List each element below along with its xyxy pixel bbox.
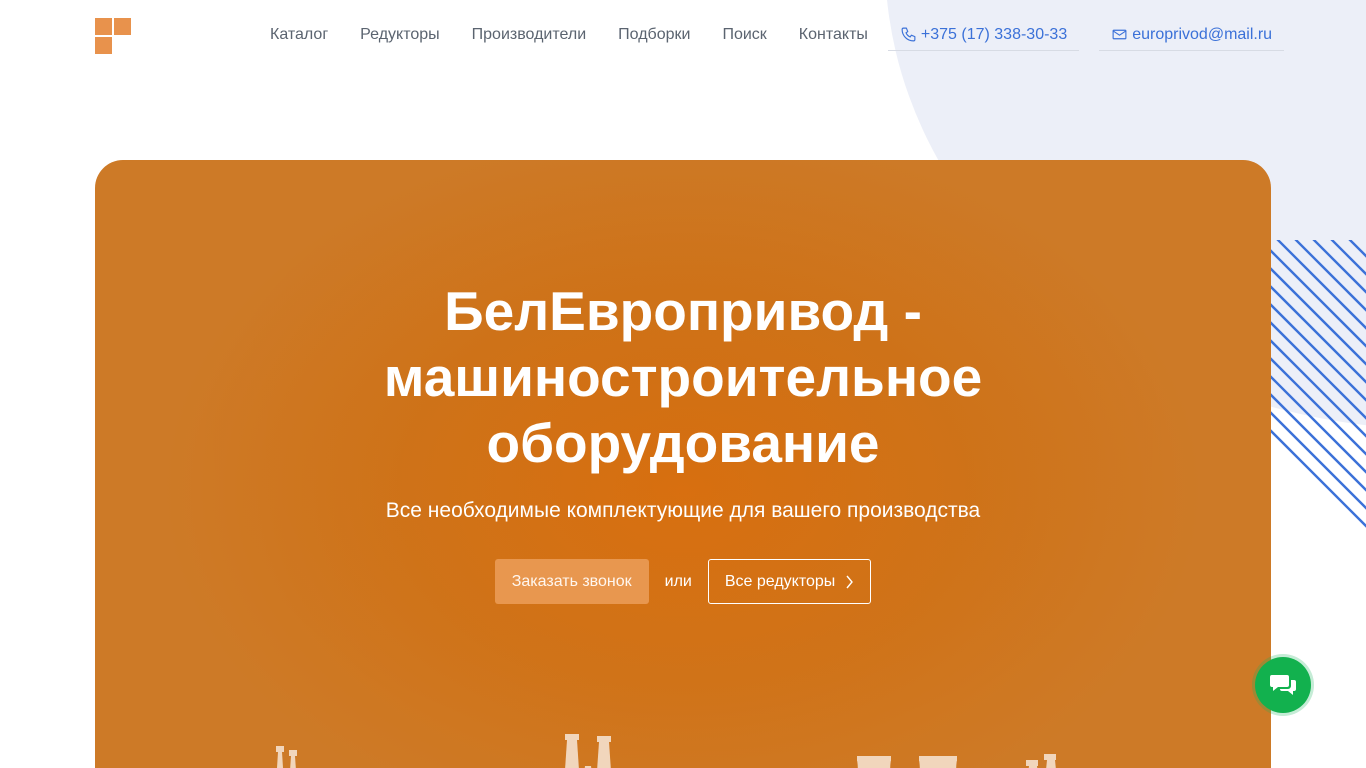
chevron-right-icon: [846, 575, 854, 588]
hero-subtitle: Все необходимые комплектующие для вашего…: [385, 499, 981, 522]
phone-number: +375 (17) 338-30-33: [920, 25, 1068, 43]
site-header: Каталог Редукторы Производители Подборки…: [0, 0, 1366, 72]
main-nav: Каталог Редукторы Производители Подборки…: [254, 20, 1285, 51]
order-call-button[interactable]: Заказать звонок: [494, 559, 649, 604]
hero-title: БелЕвропривод - машиностроительное обору…: [95, 278, 1271, 476]
phone-icon: [901, 27, 916, 42]
nav-item-manufacturers[interactable]: Производители: [456, 20, 603, 50]
chat-button[interactable]: [1252, 654, 1314, 716]
hero-banner: БелЕвропривод - машиностроительное обору…: [95, 160, 1271, 768]
hero-title-line: БелЕвропривод -: [444, 280, 922, 342]
cta-row: Заказать звонок или Все редукторы: [95, 559, 1271, 604]
page: Каталог Редукторы Производители Подборки…: [0, 0, 1366, 768]
nav-item-collections[interactable]: Подборки: [602, 20, 706, 50]
email-link[interactable]: europrivod@mail.ru: [1099, 20, 1285, 51]
nav-item-contacts[interactable]: Контакты: [783, 20, 884, 50]
nav-item-catalog[interactable]: Каталог: [254, 20, 344, 50]
industrial-skyline-illustration: [276, 734, 1056, 768]
all-reducers-button[interactable]: Все редукторы: [707, 559, 872, 604]
envelope-icon: [1112, 29, 1127, 40]
diagonal-stripes-decoration: [1270, 240, 1366, 528]
hero-title-line: машиностроительное: [383, 346, 983, 408]
all-reducers-label: Все редукторы: [724, 573, 836, 590]
nav-item-search[interactable]: Поиск: [706, 20, 782, 50]
or-separator: или: [664, 572, 692, 590]
nav-item-reducers[interactable]: Редукторы: [344, 20, 455, 50]
chat-button-inner: [1255, 657, 1311, 713]
phone-link[interactable]: +375 (17) 338-30-33: [887, 20, 1080, 51]
email-address: europrivod@mail.ru: [1132, 25, 1273, 43]
chat-bubbles-icon: [1270, 675, 1296, 695]
logo-icon[interactable]: [95, 18, 131, 54]
hero-title-line: оборудование: [486, 412, 880, 474]
